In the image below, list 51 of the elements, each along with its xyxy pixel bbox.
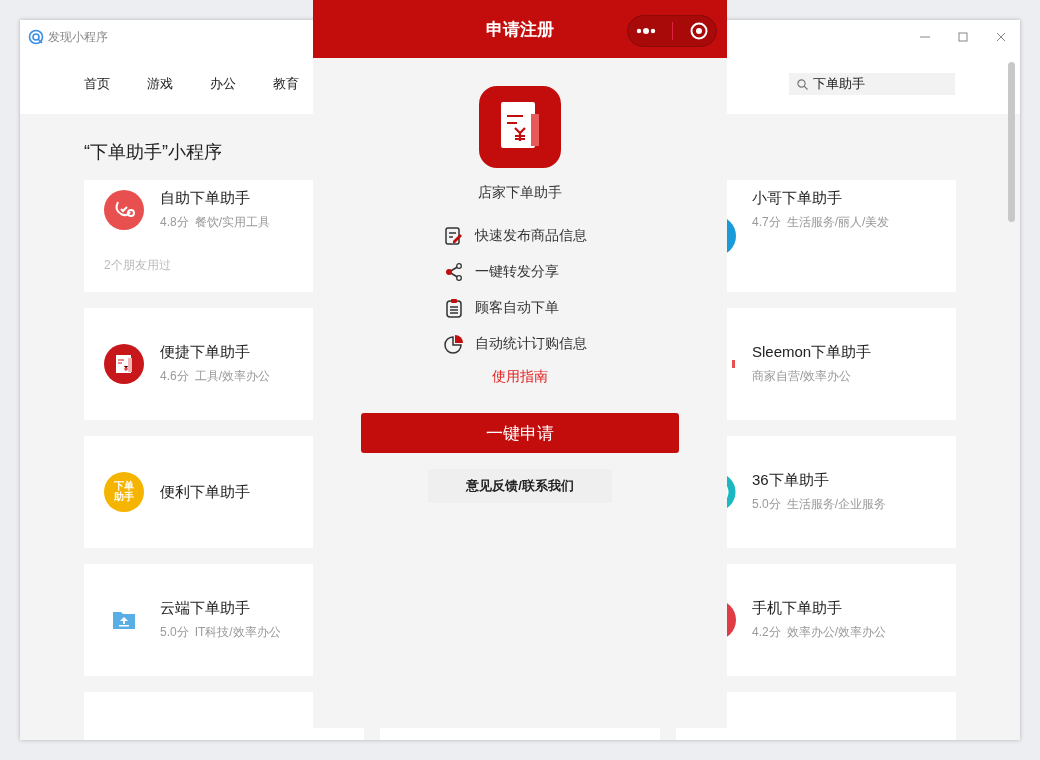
pie-chart-icon	[444, 334, 464, 354]
maximize-icon[interactable]	[958, 32, 968, 42]
app-name: 小哥下单助手	[752, 189, 843, 208]
app-name: 店家下单助手	[478, 184, 562, 202]
search-logo-icon	[28, 29, 44, 45]
app-category: 餐饮/实用工具	[194, 214, 271, 231]
feature-text: 快速发布商品信息	[475, 227, 587, 245]
app-rating: 5.0分	[160, 624, 189, 641]
window-title: 发现小程序	[48, 28, 108, 46]
close-icon[interactable]	[996, 32, 1006, 42]
app-category: 商家自营/效率办公	[752, 368, 852, 385]
app-name: 自助下单助手	[160, 189, 251, 208]
app-category: 生活服务/企业服务	[786, 496, 887, 513]
app-rating: 4.6分	[160, 368, 189, 385]
nav-tab[interactable]: 教育	[273, 75, 299, 93]
edit-document-icon	[444, 226, 464, 246]
app-rating: 5.0分	[752, 496, 781, 513]
nav-tab[interactable]: 办公	[210, 75, 236, 93]
feedback-button[interactable]: 意见反馈/联系我们	[428, 469, 612, 503]
app-rating: 4.8分	[160, 214, 189, 231]
app-name: 云端下单助手	[160, 599, 251, 618]
feature-text: 一键转发分享	[475, 263, 559, 281]
app-category: 工具/效率办公	[194, 368, 271, 385]
app-category: 效率办公/效率办公	[786, 624, 887, 641]
share-icon	[444, 262, 464, 282]
feature-text: 顾客自动下单	[475, 299, 559, 317]
app-category: IT科技/效率办公	[194, 624, 281, 641]
app-name: 便捷下单助手	[160, 343, 251, 362]
app-name: 手机下单助手	[752, 599, 843, 618]
clipboard-icon	[444, 298, 464, 318]
app-name: Sleemon下单助手	[752, 343, 872, 362]
app-name: 便利下单助手	[160, 482, 250, 502]
nav-tab[interactable]: 游戏	[147, 75, 173, 93]
scrollbar-thumb[interactable]	[1008, 62, 1015, 222]
app-rating: 4.7分	[752, 214, 781, 231]
feature-text: 自动统计订购信息	[475, 335, 587, 353]
section-title: “下单助手”小程序	[84, 141, 223, 164]
close-target-icon[interactable]	[689, 22, 708, 40]
search-icon	[797, 79, 808, 90]
app-badge-icon: 下单助手	[104, 472, 144, 512]
friends-note: 2个朋友用过	[104, 257, 171, 274]
panel-title: 申请注册	[486, 18, 554, 41]
app-name: 36下单助手	[752, 471, 830, 490]
app-logo-icon	[479, 86, 561, 168]
app-rating: 4.2分	[752, 624, 781, 641]
more-icon[interactable]	[636, 27, 657, 35]
apply-button[interactable]: 一键申请	[361, 413, 679, 453]
search-field[interactable]: 下单助手	[789, 73, 955, 95]
guide-link[interactable]: 使用指南	[492, 368, 548, 386]
nav-tab[interactable]: 首页	[84, 75, 110, 93]
app-category: 生活服务/丽人/美发	[786, 214, 890, 231]
